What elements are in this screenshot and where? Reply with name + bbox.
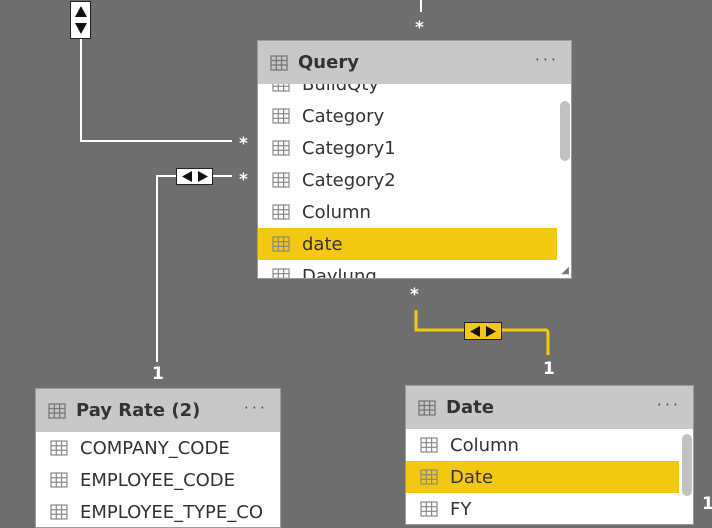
- field-row[interactable]: COMPANY_CODE: [36, 432, 280, 464]
- cross-filter-pay-rate[interactable]: [176, 168, 213, 185]
- field-grid-icon: [272, 108, 290, 124]
- field-label: Daylung: [302, 265, 377, 279]
- field-grid-icon: [272, 236, 290, 252]
- field-row[interactable]: date: [258, 228, 557, 260]
- field-grid-icon: [420, 437, 438, 453]
- field-row[interactable]: BuildQty: [258, 84, 557, 100]
- field-label: Column: [302, 201, 371, 223]
- date-table-header[interactable]: Date ···: [406, 386, 693, 429]
- relationship-line-pay-rate[interactable]: [156, 175, 232, 362]
- field-label: EMPLOYEE_TYPE_CO: [80, 501, 264, 523]
- field-grid-icon: [420, 469, 438, 485]
- table-grid-icon: [48, 402, 66, 419]
- field-label: FY: [450, 498, 472, 520]
- table-grid-icon: [418, 399, 436, 416]
- table-grid-icon: [270, 54, 288, 71]
- field-label: Category: [302, 105, 385, 127]
- field-row[interactable]: FY: [406, 493, 679, 524]
- cardinality-many-top: *: [415, 18, 424, 38]
- field-label: EMPLOYEE_CODE: [80, 469, 236, 491]
- pay-rate-table-title: Pay Rate (2): [76, 400, 201, 421]
- cardinality-one-right-edge: 1: [702, 494, 712, 514]
- query-table-card[interactable]: Query ··· BuildQty Category Category1 Categ…: [257, 40, 572, 279]
- query-table-header[interactable]: Query ···: [258, 41, 571, 84]
- field-row[interactable]: Category: [258, 100, 557, 132]
- field-row[interactable]: Date: [406, 461, 679, 493]
- field-grid-icon: [50, 472, 68, 488]
- field-label: date: [302, 233, 343, 255]
- field-row[interactable]: Column: [406, 429, 679, 461]
- field-row[interactable]: Category1: [258, 132, 557, 164]
- cardinality-many-query-lower: *: [239, 170, 248, 190]
- date-field-list[interactable]: Column Date FY: [406, 429, 679, 524]
- cardinality-one-date: 1: [543, 359, 555, 379]
- field-grid-icon: [272, 140, 290, 156]
- pay-rate-table-card[interactable]: Pay Rate (2) ··· COMPANY_CODE EMPLOYEE_CO…: [35, 388, 281, 528]
- field-grid-icon: [272, 204, 290, 220]
- bidirectional-arrows-icon: [181, 171, 208, 182]
- cross-filter-vertical[interactable]: [70, 1, 91, 39]
- field-row[interactable]: Category2: [258, 164, 557, 196]
- field-grid-icon: [420, 501, 438, 517]
- pay-rate-table-more-button[interactable]: ···: [244, 399, 268, 417]
- query-resize-grip[interactable]: ◢: [561, 266, 569, 276]
- field-row[interactable]: Daylung: [258, 260, 557, 278]
- cardinality-many-query-bottom: *: [410, 285, 419, 305]
- query-scrollbar[interactable]: [560, 101, 570, 161]
- field-label: Date: [450, 466, 494, 488]
- query-field-list[interactable]: BuildQty Category Category1 Category2 Column…: [258, 84, 557, 278]
- query-table-title: Query: [298, 52, 359, 73]
- field-label: Column: [450, 434, 519, 456]
- field-grid-icon: [50, 440, 68, 456]
- field-grid-icon: [50, 504, 68, 520]
- field-label: Category2: [302, 169, 396, 191]
- field-row[interactable]: EMPLOYEE_CODE: [36, 464, 280, 496]
- field-label: BuildQty: [302, 84, 380, 95]
- field-row[interactable]: Column: [258, 196, 557, 228]
- date-table-title: Date: [446, 397, 494, 418]
- field-grid-icon: [272, 172, 290, 188]
- model-canvas[interactable]: * * * * 1 1 1 Query ··· BuildQty Category…: [0, 0, 712, 528]
- pay-rate-table-header[interactable]: Pay Rate (2) ···: [36, 389, 280, 432]
- cardinality-many-query-upper: *: [239, 134, 248, 154]
- field-label: COMPANY_CODE: [80, 437, 230, 459]
- date-table-more-button[interactable]: ···: [657, 396, 681, 414]
- cross-filter-date[interactable]: [464, 322, 502, 340]
- cardinality-one-pay-rate: 1: [152, 364, 164, 384]
- bidirectional-arrows-icon: [470, 325, 496, 337]
- relationship-line-top-left[interactable]: [80, 38, 232, 142]
- field-grid-icon: [272, 84, 290, 92]
- date-table-card[interactable]: Date ··· Column Date FY: [405, 385, 694, 525]
- field-label: Category1: [302, 137, 396, 159]
- field-grid-icon: [272, 268, 290, 278]
- date-scrollbar[interactable]: [682, 434, 692, 496]
- field-row[interactable]: EMPLOYEE_TYPE_CO: [36, 496, 280, 527]
- up-down-arrows-icon: [74, 6, 87, 34]
- query-table-more-button[interactable]: ···: [535, 51, 559, 69]
